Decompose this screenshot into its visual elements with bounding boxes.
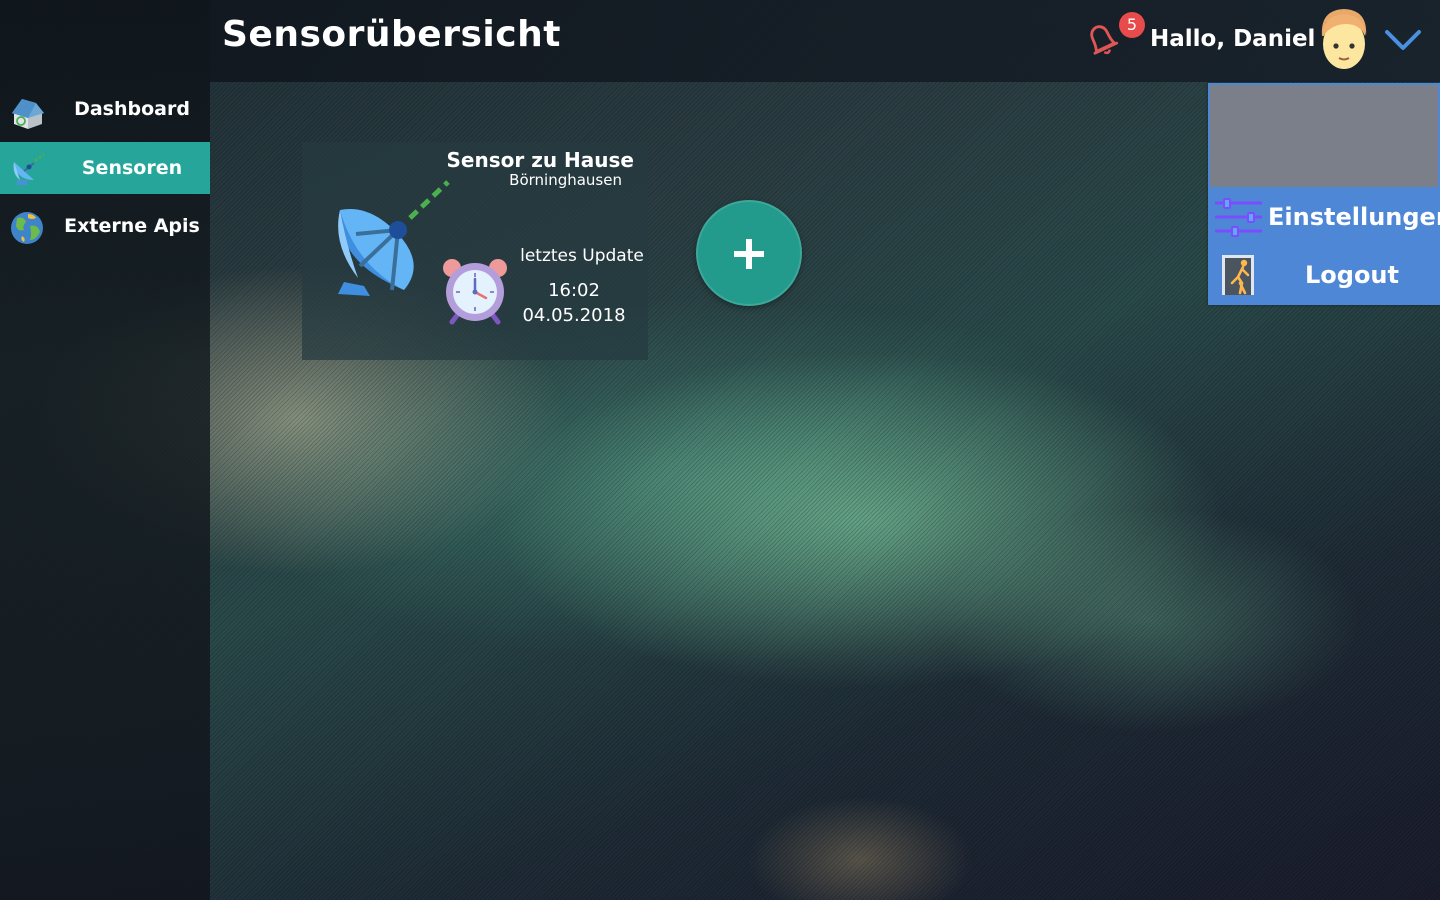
alarm-clock-icon xyxy=(443,259,507,325)
sensor-card[interactable]: Sensor zu Hause Börninghausen letztes Up… xyxy=(302,142,648,360)
sliders-icon xyxy=(1215,198,1262,237)
settings-menu-label: Einstellungen xyxy=(1268,203,1440,231)
logout-menu-label: Logout xyxy=(1304,261,1399,289)
avatar[interactable] xyxy=(1316,6,1372,72)
settings-menu-item[interactable]: Einstellungen xyxy=(1208,189,1440,245)
sidebar-item-label: Dashboard xyxy=(74,98,190,120)
page-title: Sensorübersicht xyxy=(222,14,561,55)
plus-icon xyxy=(734,239,764,269)
globe-icon xyxy=(11,212,43,244)
user-menu-dropdown: Einstellungen Logout xyxy=(1208,83,1440,305)
user-greeting: Hallo, Daniel xyxy=(1150,26,1316,52)
add-sensor-button[interactable] xyxy=(696,200,802,306)
bell-icon[interactable] xyxy=(1080,18,1124,62)
house-icon xyxy=(12,99,44,129)
user-menu-header xyxy=(1210,85,1438,187)
notification-badge[interactable]: 5 xyxy=(1119,12,1145,38)
last-update-date: 04.05.2018 xyxy=(522,305,626,326)
sensor-title: Sensor zu Hause xyxy=(446,148,634,172)
logout-menu-item[interactable]: Logout xyxy=(1208,247,1440,303)
satellite-dish-icon xyxy=(338,180,450,296)
chevron-down-icon[interactable] xyxy=(1384,26,1422,54)
sidebar-item-label: Externe Apis xyxy=(64,215,200,237)
sidebar: Dashboard Sensoren Externe Apis xyxy=(0,0,210,900)
sidebar-item-dashboard[interactable]: Dashboard xyxy=(0,83,210,135)
exit-door-icon xyxy=(1222,255,1254,295)
last-update-label: letztes Update xyxy=(520,246,644,266)
last-update-time: 16:02 xyxy=(548,280,600,301)
sidebar-item-label: Sensoren xyxy=(81,157,183,179)
satellite-dish-icon xyxy=(13,153,45,185)
sensor-location: Börninghausen xyxy=(509,171,622,189)
sidebar-item-sensoren[interactable]: Sensoren xyxy=(0,142,210,194)
sidebar-item-externe-apis[interactable]: Externe Apis xyxy=(0,200,210,252)
